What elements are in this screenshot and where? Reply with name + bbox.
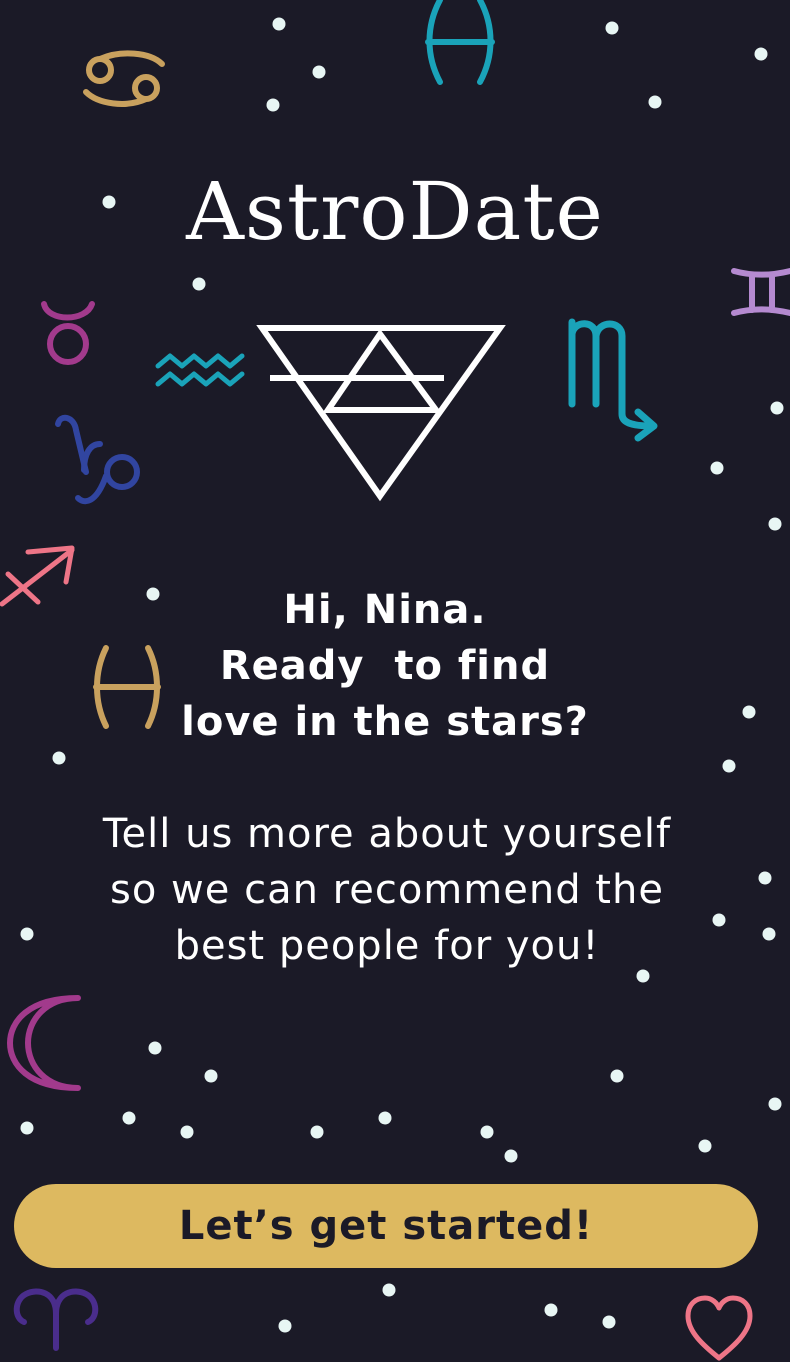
app-title: AstroDate — [186, 165, 604, 258]
star-dot — [754, 47, 768, 61]
scorpio-icon — [568, 318, 658, 442]
aquarius-icon — [155, 353, 245, 387]
aries-icon — [13, 1288, 99, 1351]
star-dot — [20, 927, 34, 941]
earth-element-icon — [256, 325, 506, 502]
moon-icon — [7, 995, 81, 1091]
star-dot — [382, 1283, 396, 1297]
description-line: Tell us more about yourself — [102, 811, 672, 857]
star-dot — [52, 751, 66, 765]
star-dot — [544, 1303, 558, 1317]
star-dot — [610, 1069, 624, 1083]
greeting-heading: Hi, Nina. Ready to find love in the star… — [95, 582, 675, 750]
taurus-icon — [41, 301, 95, 365]
star-dot — [310, 1125, 324, 1139]
star-dot — [122, 1111, 136, 1125]
gemini-icon — [731, 268, 790, 316]
star-dot — [768, 1097, 782, 1111]
star-dot — [204, 1069, 218, 1083]
star-dot — [272, 17, 286, 31]
intro-description: Tell us more about yourself so we can re… — [40, 806, 734, 974]
description-line: best people for you! — [174, 923, 600, 969]
star-dot — [770, 401, 784, 415]
pisces-icon — [425, 0, 495, 85]
star-dot — [710, 461, 724, 475]
star-dot — [180, 1125, 194, 1139]
star-dot — [648, 95, 662, 109]
star-dot — [602, 1315, 616, 1329]
cancer-icon — [83, 50, 165, 107]
star-dot — [768, 517, 782, 531]
star-dot — [480, 1125, 494, 1139]
star-dot — [762, 927, 776, 941]
heart-icon — [685, 1295, 753, 1361]
star-dot — [148, 1041, 162, 1055]
sagittarius-icon — [0, 545, 75, 607]
star-dot — [758, 871, 772, 885]
star-dot — [722, 759, 736, 773]
greeting-line: Hi, Nina. — [283, 587, 487, 633]
star-dot — [312, 65, 326, 79]
get-started-button[interactable]: Let’s get started! — [14, 1184, 758, 1268]
star-dot — [742, 705, 756, 719]
capricorn-icon — [55, 414, 140, 505]
description-line: so we can recommend the — [110, 867, 664, 913]
star-dot — [266, 98, 280, 112]
star-dot — [192, 277, 206, 291]
greeting-line: Ready to find — [219, 643, 551, 689]
star-dot — [378, 1111, 392, 1125]
star-dot — [504, 1149, 518, 1163]
star-dot — [698, 1139, 712, 1153]
star-dot — [278, 1319, 292, 1333]
star-dot — [20, 1121, 34, 1135]
greeting-line: love in the stars? — [181, 699, 589, 745]
star-dot — [605, 21, 619, 35]
